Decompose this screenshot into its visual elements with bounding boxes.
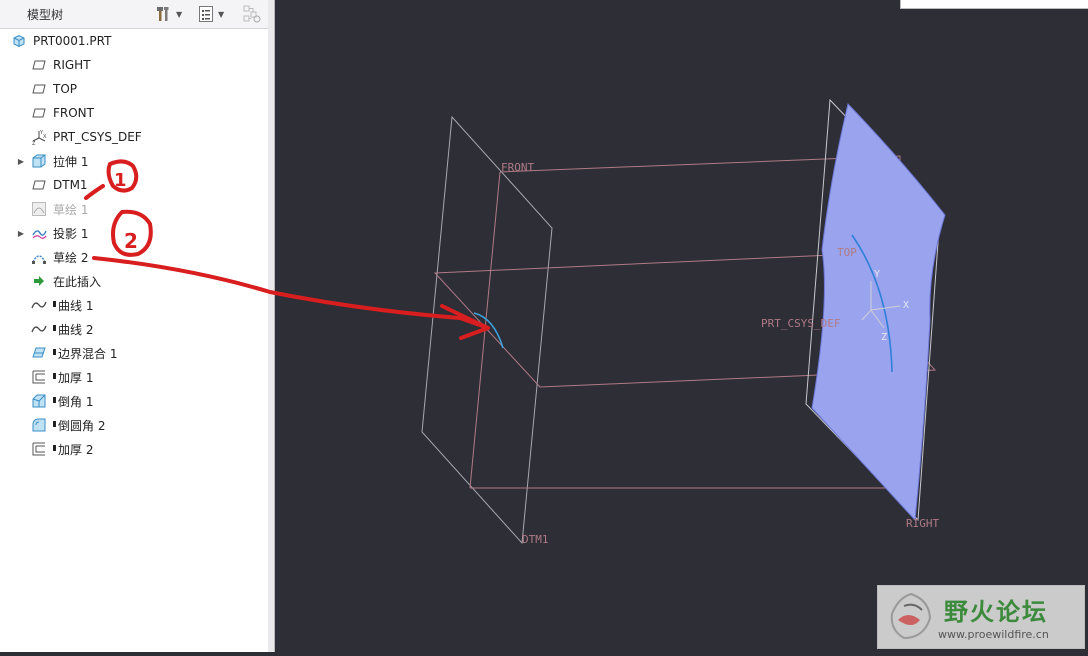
- annotation-label-two: 2: [124, 229, 138, 253]
- annotation-arrowhead: [440, 304, 490, 340]
- annotation-arrow: [92, 256, 490, 330]
- forum-watermark: 野火论坛 www.proewildfire.cn: [877, 585, 1085, 649]
- annotation-one-tick: [84, 184, 105, 200]
- annotation-label-one: 1: [114, 170, 127, 191]
- forum-logo-icon: [890, 592, 932, 640]
- annotation-overlay: 1 2: [84, 159, 490, 340]
- top-right-popup-edge: [900, 0, 1088, 9]
- watermark-url: www.proewildfire.cn: [938, 628, 1049, 641]
- watermark-title: 野火论坛: [944, 598, 1048, 626]
